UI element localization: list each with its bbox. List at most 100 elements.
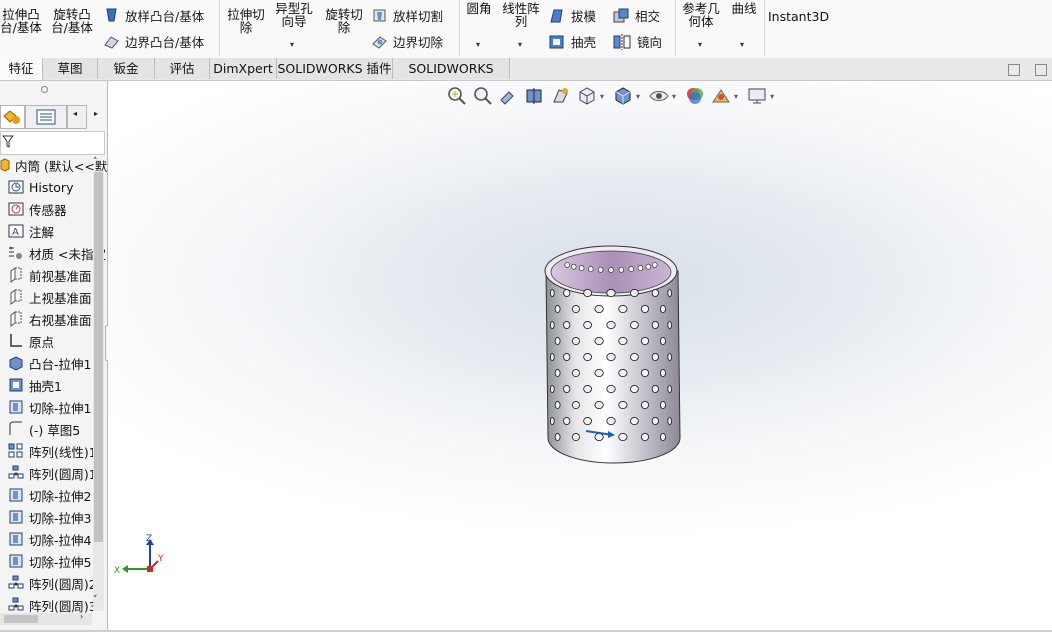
inner-hole bbox=[564, 261, 570, 268]
restore-window-icon[interactable] bbox=[1035, 64, 1047, 76]
perforation-hole bbox=[594, 336, 604, 346]
intersect-icon bbox=[613, 8, 629, 22]
scroll-up-icon[interactable]: ˄ bbox=[93, 157, 98, 167]
tab-evaluate[interactable]: 评估 bbox=[155, 58, 210, 79]
shell-button[interactable]: 抽壳 bbox=[548, 32, 596, 51]
feature-tree-item[interactable]: 前视基准面 bbox=[8, 265, 92, 285]
mirror-icon bbox=[613, 33, 631, 50]
linear-pattern-button[interactable]: 线性阵 列 bbox=[499, 2, 543, 28]
reference-geometry-button[interactable]: 参考几 何体 bbox=[679, 2, 723, 28]
feature-tree-item-label: 阵列(圆周)2 bbox=[29, 576, 97, 592]
fillet-button[interactable]: 圆角 bbox=[464, 2, 494, 15]
featuremanager-tab[interactable] bbox=[0, 105, 25, 129]
feature-tree-item-label: 切除-拉伸3 bbox=[29, 510, 92, 526]
panel-scrollbar-thumb[interactable] bbox=[94, 172, 103, 542]
perforation-hole bbox=[667, 384, 673, 394]
loft-cut-button[interactable]: 放样切割 bbox=[371, 6, 443, 25]
feature-tree-item[interactable]: A 注解 bbox=[8, 221, 54, 241]
perforation-hole bbox=[571, 432, 580, 442]
tab-features[interactable]: 特征 bbox=[0, 58, 43, 80]
extrude-boss-button[interactable]: 拉伸凸 台/基体 bbox=[0, 8, 42, 34]
filter-bar[interactable] bbox=[0, 131, 105, 155]
feature-tree-item[interactable]: 切除-拉伸5 bbox=[8, 551, 91, 571]
feature-tree-item-label: History bbox=[29, 179, 74, 195]
tab-scroll-left-icon[interactable]: ◂ bbox=[73, 109, 77, 118]
plane-icon bbox=[10, 267, 22, 283]
boundary-boss-button[interactable]: 边界凸台/基体 bbox=[103, 32, 204, 51]
revolve-boss-button[interactable]: 旋转凸 台/基体 bbox=[48, 8, 96, 34]
feature-tree-item-label: 切除-拉伸2 bbox=[29, 488, 92, 504]
tab-sketch[interactable]: 草图 bbox=[43, 58, 98, 79]
perforation-hole bbox=[583, 384, 592, 394]
panel-splitter-dot[interactable] bbox=[41, 86, 48, 93]
perforation-hole bbox=[659, 400, 667, 410]
feature-tree-item-label: 上视基准面 bbox=[29, 290, 92, 306]
extrude-cut-button[interactable]: 拉伸切 除 bbox=[224, 8, 268, 34]
feature-tree-item[interactable]: History bbox=[8, 177, 73, 197]
feature-tree-item-label: 阵列(线性)1 bbox=[29, 444, 97, 460]
svg-text:A: A bbox=[12, 227, 19, 238]
tab-sheet-metal[interactable]: 钣金 bbox=[98, 58, 155, 79]
instant3d-button[interactable]: Instant3D bbox=[768, 10, 829, 23]
horizontal-scrollbar-thumb[interactable] bbox=[4, 615, 38, 623]
feature-tree-item[interactable]: 上视基准面 bbox=[8, 287, 92, 307]
linear-pattern-dropdown-caret[interactable]: ▾ bbox=[518, 40, 522, 49]
draft-button[interactable]: 拔模 bbox=[548, 6, 596, 25]
feature-tree-item[interactable]: 切除-拉伸1 bbox=[8, 397, 91, 417]
curves-dropdown-caret[interactable]: ▾ bbox=[740, 40, 744, 49]
hole-wizard-button[interactable]: 异型孔 向导 bbox=[272, 2, 316, 28]
perforation-hole bbox=[651, 416, 659, 426]
feature-tree-item[interactable]: 抽壳1 bbox=[8, 375, 62, 395]
collapse-panel-icon[interactable] bbox=[1008, 64, 1020, 76]
inner-hole bbox=[597, 266, 604, 273]
perforated-cylinder-model[interactable] bbox=[108, 81, 1052, 630]
hole-wizard-dropdown-caret[interactable]: ▾ bbox=[290, 40, 294, 49]
feature-tree-item[interactable]: 切除-拉伸4 bbox=[8, 529, 91, 549]
feature-tree-item[interactable]: 阵列(线性)1 bbox=[8, 441, 97, 461]
feature-tree-item-label: (-) 草图5 bbox=[29, 422, 81, 438]
circular-pattern-icon bbox=[8, 465, 24, 479]
feature-tree-item[interactable]: 阵列(圆周)1 bbox=[8, 463, 97, 483]
feature-tree-item[interactable]: (-) 草图5 bbox=[8, 419, 80, 439]
cut-extrude-icon bbox=[9, 532, 23, 546]
feature-tree-item[interactable]: 阵列(圆周)2 bbox=[8, 573, 97, 593]
scroll-down-icon[interactable]: ˅ bbox=[93, 595, 98, 605]
feature-tree-root[interactable]: 内筒 (默认<<默认> bbox=[0, 155, 107, 175]
feature-tree-item[interactable]: 切除-拉伸2 bbox=[8, 485, 91, 505]
scroll-right-icon[interactable]: › bbox=[80, 612, 83, 621]
perforation-hole bbox=[659, 432, 667, 442]
perforation-hole bbox=[554, 368, 561, 378]
annotation-icon: A bbox=[8, 224, 24, 238]
reference-geometry-dropdown-caret[interactable]: ▾ bbox=[698, 40, 702, 49]
feature-tree-item[interactable]: 切除-拉伸3 bbox=[8, 507, 91, 527]
ribbon-separator bbox=[675, 0, 676, 56]
curves-button[interactable]: 曲线 bbox=[728, 2, 760, 15]
feature-tree-item[interactable]: 阵列(圆周)3 bbox=[8, 595, 97, 615]
perforation-hole bbox=[618, 304, 628, 314]
mirror-button[interactable]: 镜向 bbox=[612, 32, 662, 51]
revolve-cut-button[interactable]: 旋转切 除 bbox=[322, 8, 366, 34]
fillet-dropdown-caret[interactable]: ▾ bbox=[476, 40, 480, 49]
feature-tree-item[interactable]: 原点 bbox=[8, 331, 54, 351]
perforation-hole bbox=[618, 336, 628, 346]
propertymanager-tab[interactable] bbox=[25, 105, 67, 129]
material-icon bbox=[9, 246, 22, 259]
tab-solidworks-addins[interactable]: SOLIDWORKS 插件 bbox=[277, 58, 393, 79]
tab-solidworks-mbd[interactable]: SOLIDWORKS MBD bbox=[393, 58, 510, 97]
graphics-area[interactable]: ▾ ▾ ▾ ▾ ▾ Z X Y bbox=[108, 81, 1052, 630]
tab-dimxpert[interactable]: DimXpert bbox=[210, 58, 277, 79]
perforation-hole bbox=[606, 288, 616, 298]
circular-pattern-icon bbox=[8, 597, 24, 611]
perforation-hole bbox=[606, 416, 616, 426]
feature-tree-item-label: 传感器 bbox=[29, 202, 67, 218]
perforation-hole bbox=[549, 416, 555, 426]
tab-scroll-right-icon[interactable]: ▸ bbox=[94, 109, 98, 118]
loft-boss-button[interactable]: 放样凸台/基体 bbox=[103, 6, 204, 25]
boundary-cut-button[interactable]: 边界切除 bbox=[371, 32, 443, 51]
feature-tree-item[interactable]: 凸台-拉伸1 bbox=[8, 353, 91, 373]
feature-tree-item[interactable]: 右视基准面 bbox=[8, 309, 92, 329]
intersect-button[interactable]: 相交 bbox=[612, 6, 660, 25]
perforation-hole bbox=[651, 288, 659, 298]
feature-tree-item[interactable]: 传感器 bbox=[8, 199, 67, 219]
perforation-hole bbox=[651, 384, 659, 394]
